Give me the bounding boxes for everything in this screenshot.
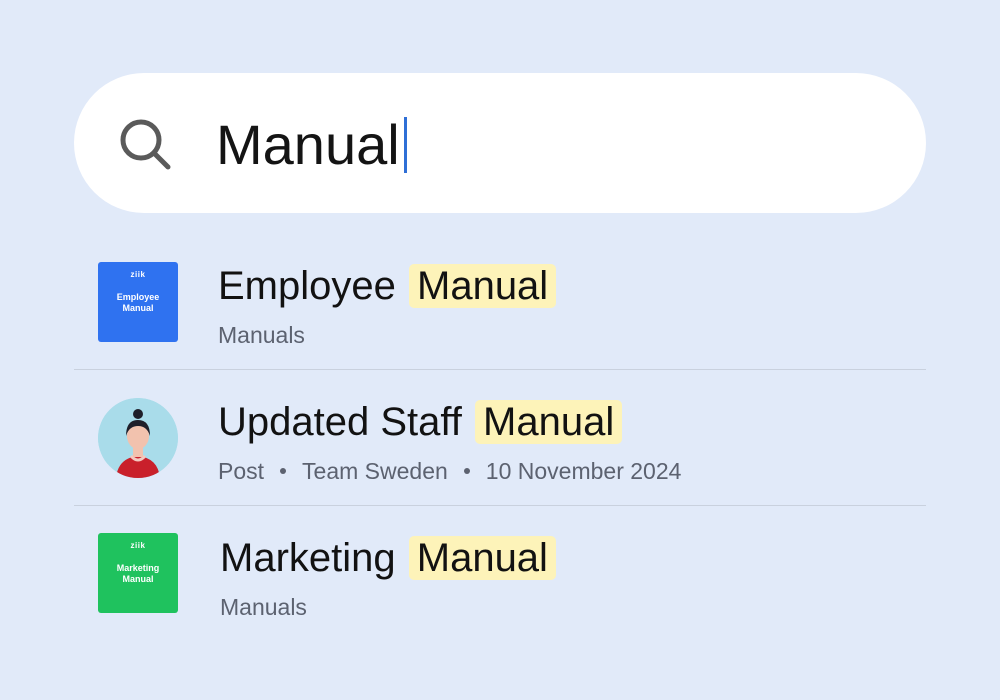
brand-logo-text: ziik <box>130 541 146 550</box>
result-meta: Manuals <box>218 320 305 350</box>
result-category: Manuals <box>220 594 307 620</box>
search-bar[interactable] <box>74 73 926 213</box>
divider <box>74 505 926 506</box>
result-title-match-highlight: Manual <box>409 264 557 308</box>
search-icon <box>120 119 171 170</box>
divider <box>74 369 926 370</box>
document-thumbnail-title: Marketing Manual <box>116 563 160 584</box>
separator-dot <box>463 467 470 474</box>
document-thumbnail: ziik Marketing Manual <box>98 533 178 613</box>
result-meta: Post Team Sweden 10 November 2024 <box>218 456 681 486</box>
search-result-item[interactable]: ziik Marketing Manual Marketing Manual M… <box>74 530 926 640</box>
text-caret <box>403 117 407 173</box>
result-category: Manuals <box>218 322 305 348</box>
document-thumbnail-title: Employee Manual <box>116 292 160 313</box>
result-title-match-highlight: Manual <box>408 536 556 580</box>
search-result-item[interactable]: Updated Staff Manual Post Team Sweden 10 N… <box>74 394 926 504</box>
result-title: Marketing Manual <box>220 530 556 586</box>
result-title: Employee Manual <box>218 258 557 314</box>
document-thumbnail: ziik Employee Manual <box>98 262 178 342</box>
search-result-item[interactable]: ziik Employee Manual Employee Manual Man… <box>74 258 926 368</box>
result-title-prefix: Updated Staff <box>218 400 462 444</box>
result-title-match-highlight: Manual <box>475 400 623 444</box>
separator-dot <box>280 467 287 474</box>
result-title: Updated Staff Manual <box>218 394 623 450</box>
search-input-value: Manual <box>216 113 400 176</box>
search-input[interactable]: Manual <box>216 110 407 180</box>
person-avatar-icon <box>98 398 178 478</box>
result-meta: Manuals <box>220 592 307 622</box>
brand-logo-text: ziik <box>130 270 146 279</box>
result-date: 10 November 2024 <box>485 458 682 484</box>
result-title-prefix: Employee <box>218 264 396 308</box>
avatar <box>98 398 178 478</box>
result-type: Post <box>218 458 265 484</box>
result-title-prefix: Marketing <box>220 536 396 580</box>
result-team[interactable]: Team Sweden <box>302 458 448 484</box>
